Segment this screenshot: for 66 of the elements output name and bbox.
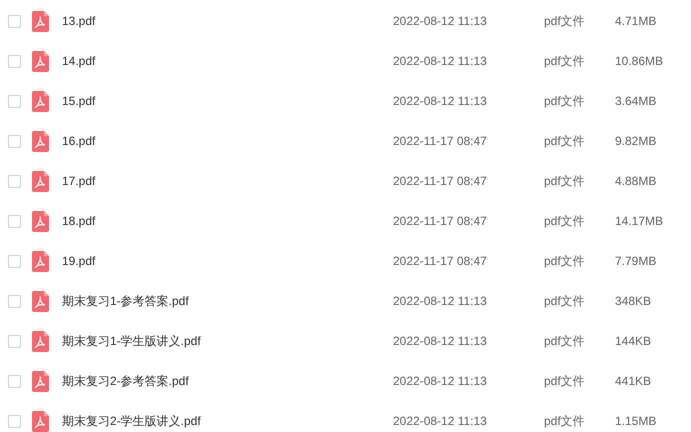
pdf-file-icon — [32, 290, 49, 312]
file-size: 4.88MB — [615, 174, 658, 188]
file-type: pdf文件 — [544, 372, 586, 390]
file-type: pdf文件 — [544, 292, 586, 310]
file-size: 441KB — [615, 374, 652, 388]
checkbox[interactable] — [8, 334, 21, 348]
file-size: 144KB — [615, 334, 652, 348]
file-type: pdf文件 — [544, 252, 586, 270]
checkbox[interactable] — [8, 374, 21, 388]
pdf-file-icon — [32, 170, 49, 192]
file-size: 14.17MB — [615, 214, 664, 228]
file-name[interactable]: 15.pdf — [62, 94, 393, 108]
file-type: pdf文件 — [544, 172, 586, 190]
modified-date: 2022-08-12 11:13 — [393, 14, 488, 28]
modified-date: 2022-11-17 08:47 — [393, 174, 488, 188]
file-name[interactable]: 17.pdf — [62, 174, 393, 188]
file-type: pdf文件 — [544, 212, 586, 230]
pdf-file-icon — [32, 210, 49, 232]
file-type: pdf文件 — [544, 12, 586, 30]
modified-date: 2022-11-17 08:47 — [393, 134, 488, 148]
pdf-file-icon — [32, 410, 49, 432]
checkbox[interactable] — [8, 134, 21, 148]
modified-date: 2022-08-12 11:13 — [393, 374, 488, 388]
file-size: 348KB — [615, 294, 652, 308]
modified-date: 2022-08-12 11:13 — [393, 414, 488, 428]
pdf-file-icon — [32, 370, 49, 392]
file-type: pdf文件 — [544, 52, 586, 70]
file-name[interactable]: 期末复习2-学生版讲义.pdf — [62, 412, 393, 430]
file-type: pdf文件 — [544, 92, 586, 110]
modified-date: 2022-08-12 11:13 — [393, 54, 488, 68]
checkbox[interactable] — [8, 174, 21, 188]
file-size: 3.64MB — [615, 94, 658, 108]
checkbox[interactable] — [8, 294, 21, 308]
file-name[interactable]: 14.pdf — [62, 54, 393, 68]
file-size: 9.82MB — [615, 134, 658, 148]
file-name[interactable]: 期末复习1-参考答案.pdf — [62, 292, 393, 310]
file-size: 1.15MB — [615, 414, 658, 428]
file-name[interactable]: 期末复习2-参考答案.pdf — [62, 372, 393, 390]
pdf-file-icon — [32, 330, 49, 352]
modified-date: 2022-08-12 11:13 — [393, 294, 488, 308]
file-type: pdf文件 — [544, 332, 586, 350]
file-size: 4.71MB — [615, 14, 658, 28]
file-name[interactable]: 13.pdf — [62, 14, 393, 28]
file-name[interactable]: 期末复习1-学生版讲义.pdf — [62, 332, 393, 350]
file-name[interactable]: 16.pdf — [62, 134, 393, 148]
pdf-file-icon — [32, 90, 49, 112]
pdf-file-icon — [32, 50, 49, 72]
file-type: pdf文件 — [544, 132, 586, 150]
modified-date: 2022-11-17 08:47 — [393, 254, 488, 268]
checkbox[interactable] — [8, 14, 21, 28]
file-name[interactable]: 19.pdf — [62, 254, 393, 268]
modified-date: 2022-11-17 08:47 — [393, 214, 488, 228]
file-name[interactable]: 18.pdf — [62, 214, 393, 228]
checkbox[interactable] — [8, 54, 21, 68]
modified-date: 2022-08-12 11:13 — [393, 94, 488, 108]
checkbox[interactable] — [8, 254, 21, 268]
checkbox[interactable] — [8, 214, 21, 228]
pdf-file-icon — [32, 130, 49, 152]
checkbox[interactable] — [8, 414, 21, 428]
file-size: 10.86MB — [615, 54, 664, 68]
pdf-file-icon — [32, 10, 49, 32]
file-size: 7.79MB — [615, 254, 658, 268]
modified-date: 2022-08-12 11:13 — [393, 334, 488, 348]
pdf-file-icon — [32, 250, 49, 272]
file-type: pdf文件 — [544, 412, 586, 430]
checkbox[interactable] — [8, 94, 21, 108]
